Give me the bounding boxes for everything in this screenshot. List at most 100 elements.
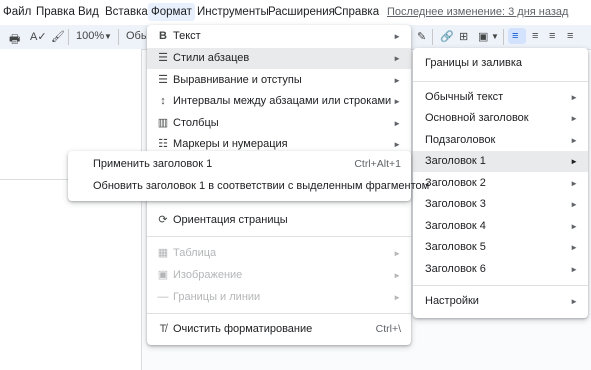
menu-item-label: Заголовок 1 [425,155,486,167]
menu-separator [413,81,588,82]
paragraph-styles-submenu: Границы и заливка Обычный текст ► Основн… [413,48,588,318]
menu-item-label: Стили абзацев [173,52,250,64]
clear-format-icon: T̸ [159,323,167,335]
align-icon: ☰ [158,74,168,86]
styles-item-heading-4[interactable]: Заголовок 4 ► [413,216,588,237]
chevron-right-icon: ► [570,200,578,209]
align-right-icon[interactable]: ≡ [549,30,555,42]
chevron-right-icon: ► [570,243,578,252]
update-heading-1-item[interactable]: Обновить заголовок 1 в соответствии с вы… [68,176,429,197]
menu-edit[interactable]: Правка [36,6,75,18]
menu-item-label: Ориентация страницы [173,214,288,226]
format-menu-item-align[interactable]: ☰ Выравнивание и отступы ► [147,70,411,91]
shortcut-label: Ctrl+\ [375,323,401,335]
toolbar-divider [432,29,433,45]
chevron-right-icon: ► [570,179,578,188]
toolbar-divider [118,29,119,45]
image-icon: ▣ [157,269,169,281]
align-center-icon[interactable]: ≡ [532,30,538,42]
chevron-right-icon: ► [393,119,401,128]
line-spacing-icon: ↕ [160,95,166,107]
format-menu-item-orientation[interactable]: ⟳ Ориентация страницы [147,210,411,231]
chevron-down-icon: ▼ [491,32,499,41]
menu-item-label: Заголовок 3 [425,198,486,210]
menu-file[interactable]: Файл [3,6,31,18]
last-edit-link[interactable]: Последнее изменение: 3 дня назад [387,6,568,18]
link-icon[interactable]: 🔗 [440,30,454,43]
menu-bar: Файл Правка Вид Вставка Формат Инструмен… [0,0,591,25]
styles-item-subtitle[interactable]: Подзаголовок ► [413,130,588,151]
menu-item-label: Выравнивание и отступы [173,74,302,86]
styles-item-heading-1[interactable]: Заголовок 1 ► [413,151,588,172]
apply-heading-1-item[interactable]: Применить заголовок 1 Ctrl+Alt+1 [68,154,411,175]
menu-item-label: Заголовок 6 [425,263,486,275]
chevron-right-icon: ► [570,93,578,102]
menu-item-label: Таблица [173,247,217,259]
chevron-right-icon: ► [393,32,401,41]
menu-item-label: Изображение [173,269,243,281]
print-icon[interactable]: 🖶 [9,30,20,51]
menu-item-label: Очистить форматирование [173,323,313,335]
zoom-select[interactable]: 100% [76,30,104,42]
menu-extensions[interactable]: Расширения [268,6,335,18]
menu-separator [147,236,411,237]
columns-icon: ▥ [157,117,169,129]
menu-item-label: Интервалы между абзацами или строками [173,95,392,107]
toolbar-divider [68,29,69,45]
format-menu-item-lines: — Границы и линии ► [147,287,411,308]
menu-insert[interactable]: Вставка [105,6,148,18]
format-menu-item-clear[interactable]: T̸ Очистить форматирование Ctrl+\ [147,319,411,340]
chevron-right-icon: ► [393,97,401,106]
paint-format-icon[interactable]: 🖌 [51,30,65,43]
document-page[interactable] [0,49,142,370]
menu-item-label: Границы и линии [173,291,261,303]
pen-icon[interactable]: ✎ [417,30,426,43]
styles-item-settings[interactable]: Настройки ► [413,291,588,312]
menu-item-label: Обновить заголовок 1 в соответствии с вы… [93,180,430,192]
comment-icon[interactable]: ⊞ [459,30,468,43]
bold-icon: B [159,30,167,42]
chevron-right-icon: ► [570,297,578,306]
menu-item-label: Заголовок 5 [425,241,486,253]
styles-item-title[interactable]: Основной заголовок ► [413,108,588,129]
chevron-right-icon: ► [570,265,578,274]
image-icon[interactable]: ▣ [478,30,488,43]
toolbar-divider [503,29,504,45]
heading-1-submenu: Применить заголовок 1 Ctrl+Alt+1 Обновит… [68,151,429,201]
menu-separator [413,285,588,286]
menu-view[interactable]: Вид [78,6,99,18]
chevron-right-icon: ► [570,222,578,231]
menu-tools[interactable]: Инструменты [197,6,269,18]
page-orientation-icon: ⟳ [158,214,168,226]
align-justify-icon[interactable]: ≡ [567,30,573,42]
menu-item-label: Подзаголовок [425,134,496,146]
styles-item-heading-2[interactable]: Заголовок 2 ► [413,173,588,194]
menu-help[interactable]: Справка [334,6,379,18]
lines-icon: — [157,291,169,303]
styles-item-heading-3[interactable]: Заголовок 3 ► [413,194,588,215]
format-menu-item-text[interactable]: B Текст ► [147,26,411,47]
format-menu-item-columns[interactable]: ▥ Столбцы ► [147,113,411,134]
spellcheck-icon[interactable]: A✓ [30,30,47,43]
align-left-icon: ≡ [512,30,519,42]
format-menu-item-image: ▣ Изображение ► [147,265,411,286]
menu-item-label: Заголовок 2 [425,177,486,189]
format-menu-item-table: ▦ Таблица ► [147,243,411,264]
format-menu-item-paragraph-styles[interactable]: ☰ Стили абзацев ► [147,48,411,69]
chevron-right-icon: ► [393,76,401,85]
styles-item-heading-6[interactable]: Заголовок 6 ► [413,259,588,280]
paragraph-styles-icon: ☰ [158,52,168,64]
styles-item-heading-5[interactable]: Заголовок 5 ► [413,237,588,258]
chevron-right-icon: ► [393,54,401,63]
styles-item-borders[interactable]: Границы и заливка [413,53,588,74]
chevron-right-icon: ► [570,114,578,123]
styles-item-normal[interactable]: Обычный текст ► [413,87,588,108]
format-menu-item-spacing[interactable]: ↕ Интервалы между абзацами или строками … [147,91,411,112]
chevron-right-icon: ► [393,293,401,302]
menu-item-label: Столбцы [173,117,219,129]
menu-item-label: Обычный текст [425,91,504,103]
menu-format[interactable]: Формат [148,3,195,21]
chevron-right-icon: ► [570,136,578,145]
menu-item-label: Границы и заливка [425,57,522,69]
shortcut-label: Ctrl+Alt+1 [354,158,401,170]
